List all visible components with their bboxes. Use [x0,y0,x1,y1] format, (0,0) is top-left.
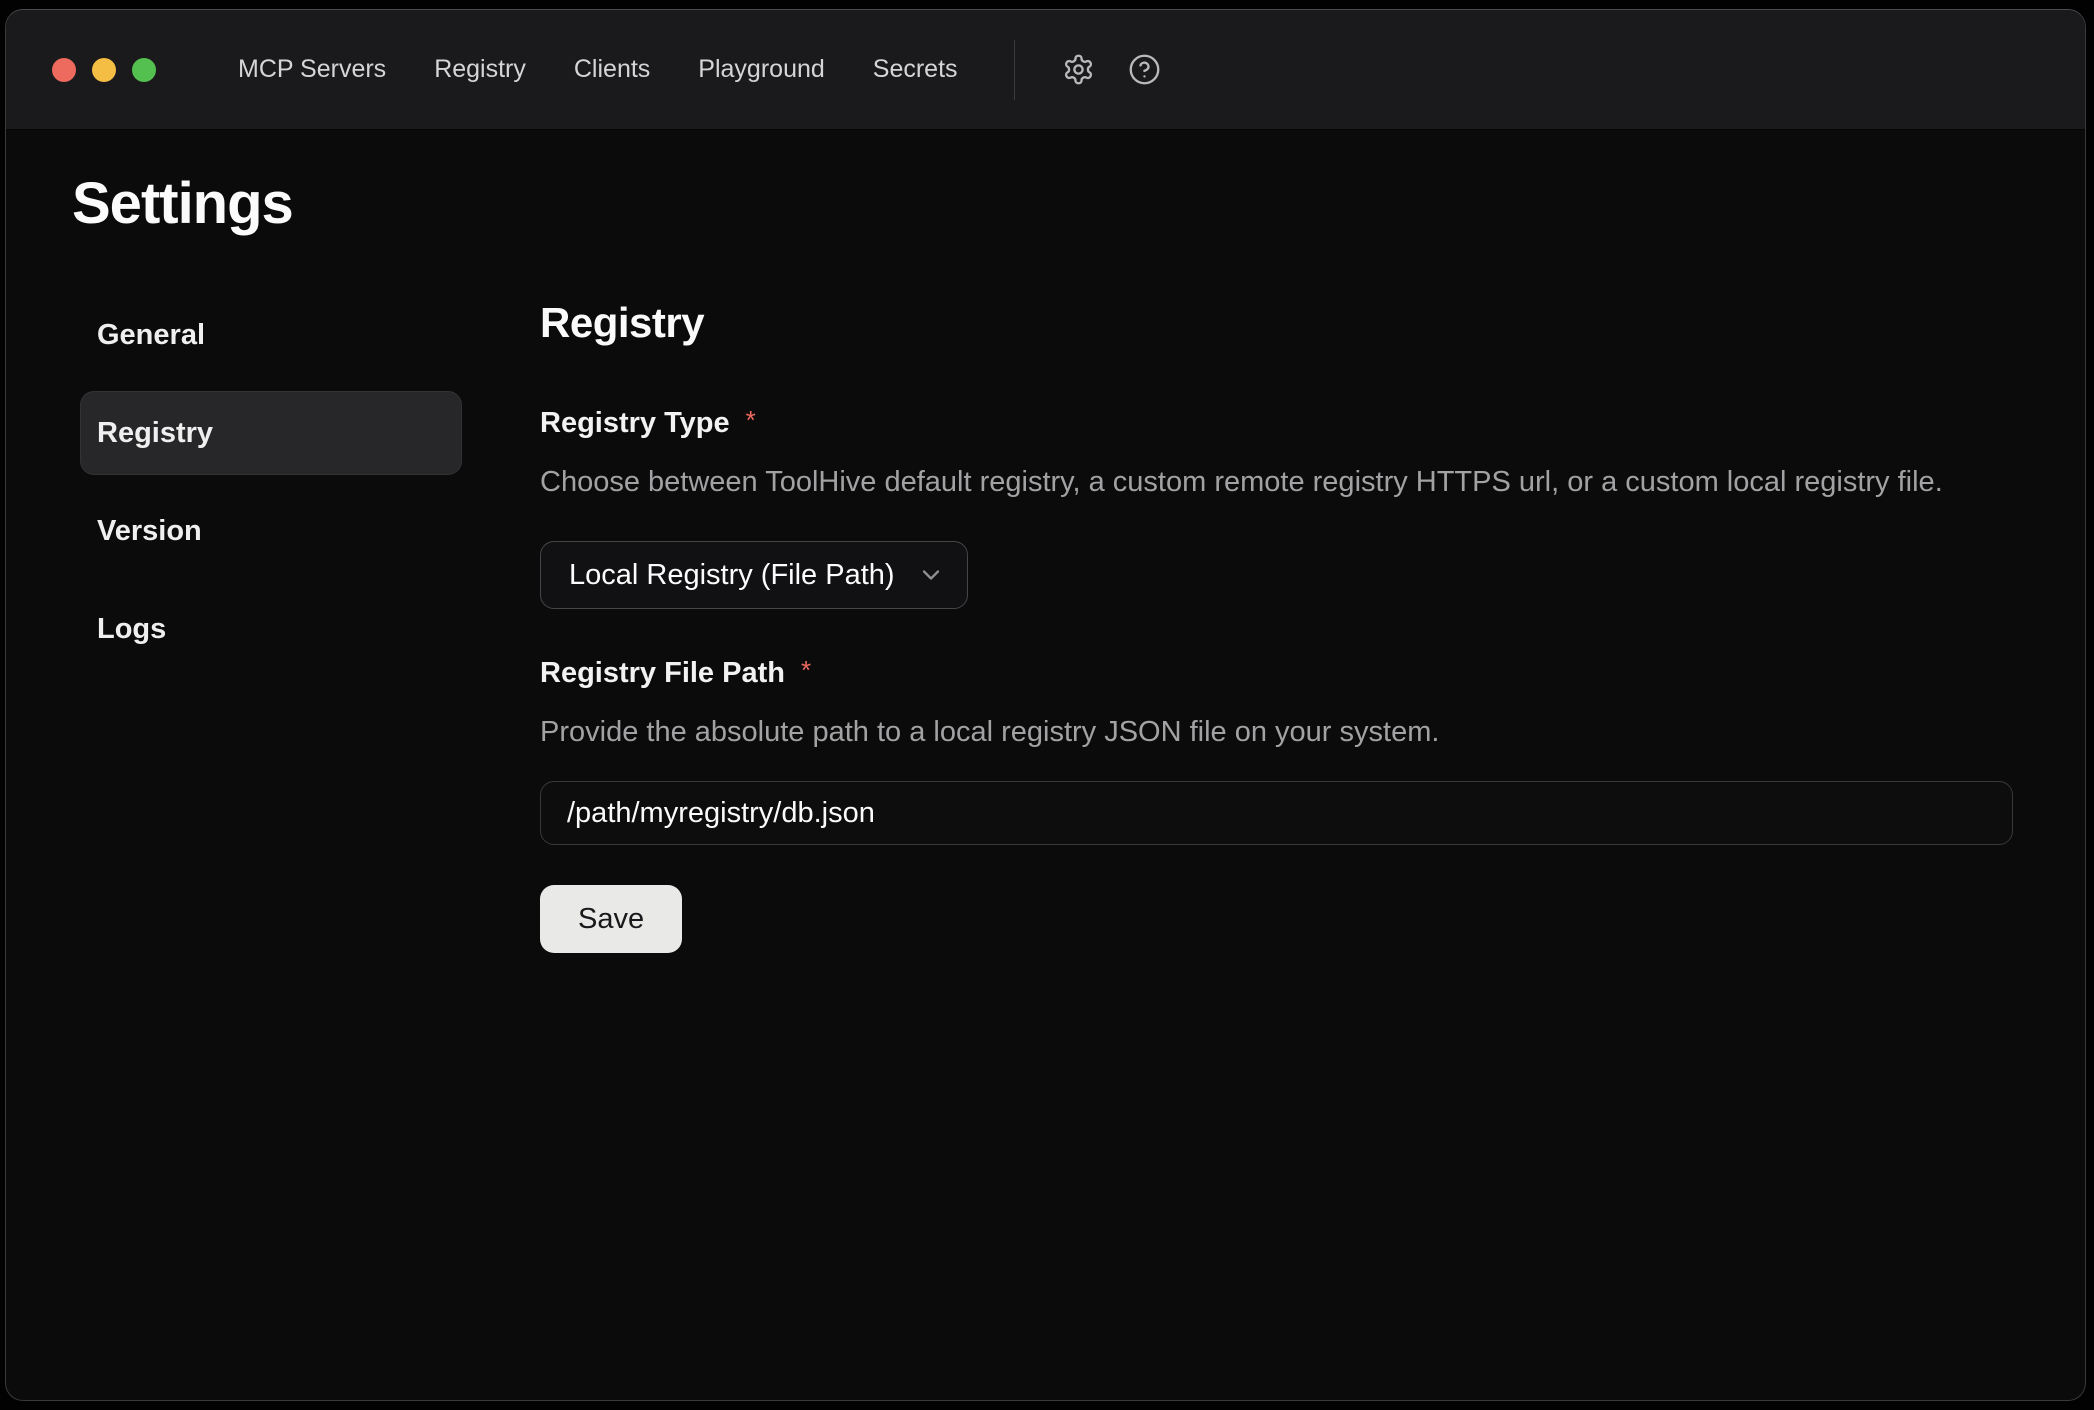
registry-type-label: Registry Type [540,407,730,440]
nav-playground[interactable]: Playground [698,55,824,84]
registry-file-path-input[interactable] [540,781,2013,845]
section-heading: Registry [540,299,2013,347]
titlebar-divider [1014,40,1015,100]
gear-icon [1062,53,1095,86]
nav-mcp-servers[interactable]: MCP Servers [238,55,386,84]
registry-type-select[interactable]: Local Registry (File Path) [540,541,968,609]
help-icon [1128,53,1161,86]
settings-page: Settings General Registry Version Logs R… [6,130,2085,953]
titlebar: MCP Servers Registry Clients Playground … [6,10,2085,130]
registry-file-path-label-row: Registry File Path * [540,657,2013,690]
minimize-button[interactable] [92,58,116,82]
required-asterisk: * [801,655,811,686]
registry-file-path-description: Provide the absolute path to a local reg… [540,716,2013,749]
sidebar-item-general[interactable]: General [80,293,462,377]
sidebar-item-registry[interactable]: Registry [80,391,462,475]
save-button[interactable]: Save [540,885,682,953]
help-button[interactable] [1123,48,1167,92]
main-nav: MCP Servers Registry Clients Playground … [238,55,958,84]
settings-button[interactable] [1057,48,1101,92]
sidebar-item-version[interactable]: Version [80,489,462,573]
zoom-button[interactable] [132,58,156,82]
nav-registry[interactable]: Registry [434,55,526,84]
registry-type-selected-value: Local Registry (File Path) [569,559,895,592]
close-button[interactable] [52,58,76,82]
nav-secrets[interactable]: Secrets [873,55,958,84]
sidebar-item-logs[interactable]: Logs [80,587,462,671]
required-asterisk: * [746,405,756,436]
registry-type-description: Choose between ToolHive default registry… [540,466,2013,499]
registry-file-path-label: Registry File Path [540,657,785,690]
nav-clients[interactable]: Clients [574,55,650,84]
chevron-down-icon [917,561,945,589]
traffic-lights [52,58,156,82]
registry-type-label-row: Registry Type * [540,407,2013,440]
settings-sidebar: General Registry Version Logs [80,293,462,953]
app-window: MCP Servers Registry Clients Playground … [5,9,2086,1401]
page-title: Settings [72,170,2013,237]
registry-settings-panel: Registry Registry Type * Choose between … [540,293,2013,953]
